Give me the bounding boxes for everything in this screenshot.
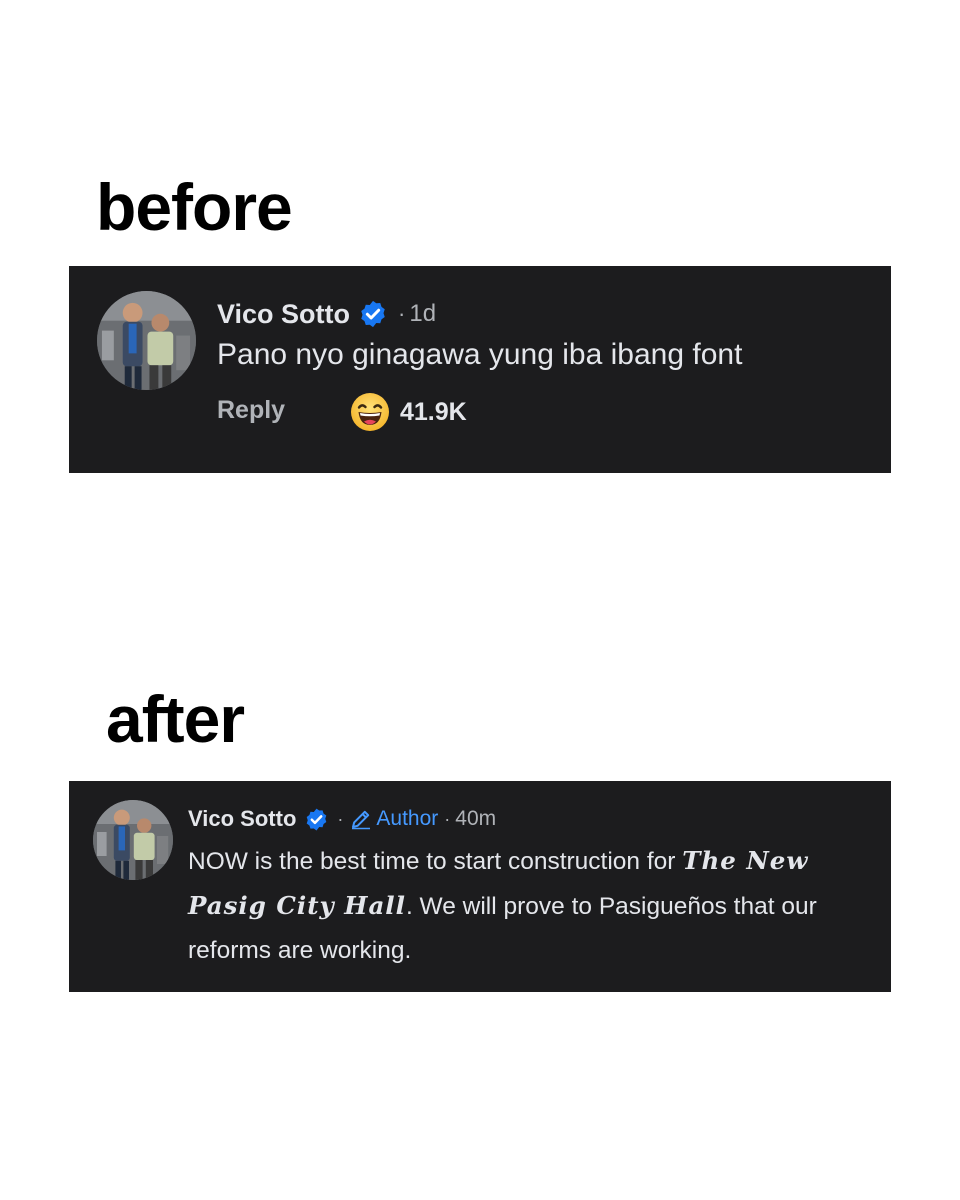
separator: · xyxy=(444,808,451,829)
pencil-icon xyxy=(349,807,373,831)
reaction-summary[interactable]: 41.9K xyxy=(350,392,467,432)
laughing-emoji-icon xyxy=(350,392,390,432)
avatar-photo xyxy=(97,291,196,390)
reaction-count: 41.9K xyxy=(400,397,467,426)
author-badge-label: Author xyxy=(376,807,439,830)
comment-time[interactable]: 40m xyxy=(455,807,496,831)
avatar[interactable] xyxy=(93,800,173,880)
author-name[interactable]: Vico Sotto xyxy=(188,806,296,832)
comment-header: Vico Sotto · Author · 40m xyxy=(188,804,496,834)
comment-text: Pano nyo ginagawa yung iba ibang font xyxy=(217,338,743,371)
avatar[interactable] xyxy=(97,291,196,390)
author-badge: Author xyxy=(349,807,438,831)
comment-time[interactable]: 1d xyxy=(409,300,436,328)
comment-text-part1: NOW is the best time to start constructi… xyxy=(188,848,683,875)
separator: · xyxy=(398,301,406,326)
separator: · xyxy=(337,808,344,829)
comment-header: Vico Sotto · 1d xyxy=(217,296,436,332)
verified-badge-icon xyxy=(358,299,388,329)
comment-text: NOW is the best time to start constructi… xyxy=(188,839,878,973)
heading-after: after xyxy=(106,682,245,756)
comment-card-before: Vico Sotto · 1d Pano nyo ginagawa yung i… xyxy=(69,266,891,473)
verified-badge-icon xyxy=(304,807,329,832)
author-name[interactable]: Vico Sotto xyxy=(217,299,350,330)
comment-card-after: Vico Sotto · Author · 40m NOW is the bes… xyxy=(69,781,891,992)
reply-button[interactable]: Reply xyxy=(217,396,285,425)
avatar-photo xyxy=(93,800,173,880)
heading-before: before xyxy=(96,170,293,244)
